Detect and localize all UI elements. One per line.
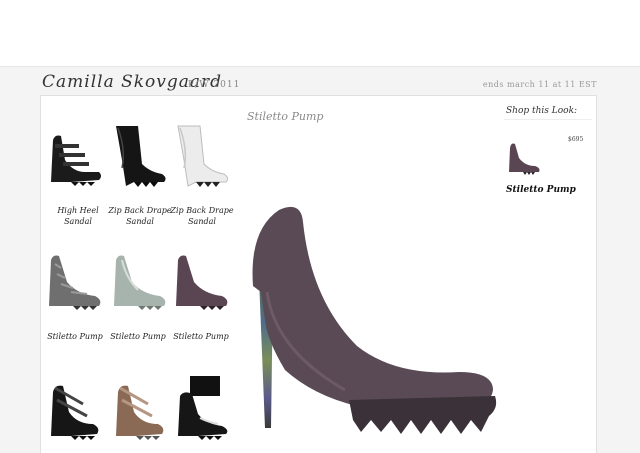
shop-title: Shop this Look: — [506, 106, 578, 116]
grey-python-pump-icon[interactable] — [43, 248, 105, 318]
top-banner — [0, 0, 640, 67]
season-label: F/W 2011 — [188, 80, 241, 90]
black-cage-sandal-icon[interactable] — [43, 374, 105, 444]
divider — [504, 119, 592, 120]
plum-pump-icon[interactable] — [170, 248, 232, 318]
shop-item-name[interactable]: Stiletto Pump — [506, 185, 576, 195]
shop-price: $695 — [568, 136, 584, 143]
grid-caption[interactable]: Stiletto Pump — [166, 331, 236, 342]
grid-caption[interactable]: Zip Back Drape Sandal — [105, 205, 175, 227]
silver-pump-icon[interactable] — [108, 248, 170, 318]
grid-caption[interactable]: Stiletto Pump — [103, 331, 173, 342]
grid-caption[interactable]: High Heel Sandal — [43, 205, 113, 227]
tan-cage-sandal-icon[interactable] — [108, 374, 170, 444]
grid-caption[interactable]: Stiletto Pump — [40, 331, 110, 342]
shop-pump-thumbnail-icon[interactable] — [505, 138, 543, 176]
hero-suede-pump-icon[interactable] — [245, 200, 505, 440]
black-cuff-sandal-icon[interactable] — [170, 374, 232, 444]
grid-caption[interactable]: Zip Back Drape Sandal — [167, 205, 237, 227]
black-drape-bootie-icon[interactable] — [108, 120, 170, 190]
hero-title: Stiletto Pump — [247, 110, 324, 123]
sale-ends-notice: ends march 11 at 11 EST — [482, 80, 597, 89]
black-strappy-sandal-icon[interactable] — [43, 120, 105, 190]
white-drape-bootie-icon[interactable] — [170, 120, 232, 190]
